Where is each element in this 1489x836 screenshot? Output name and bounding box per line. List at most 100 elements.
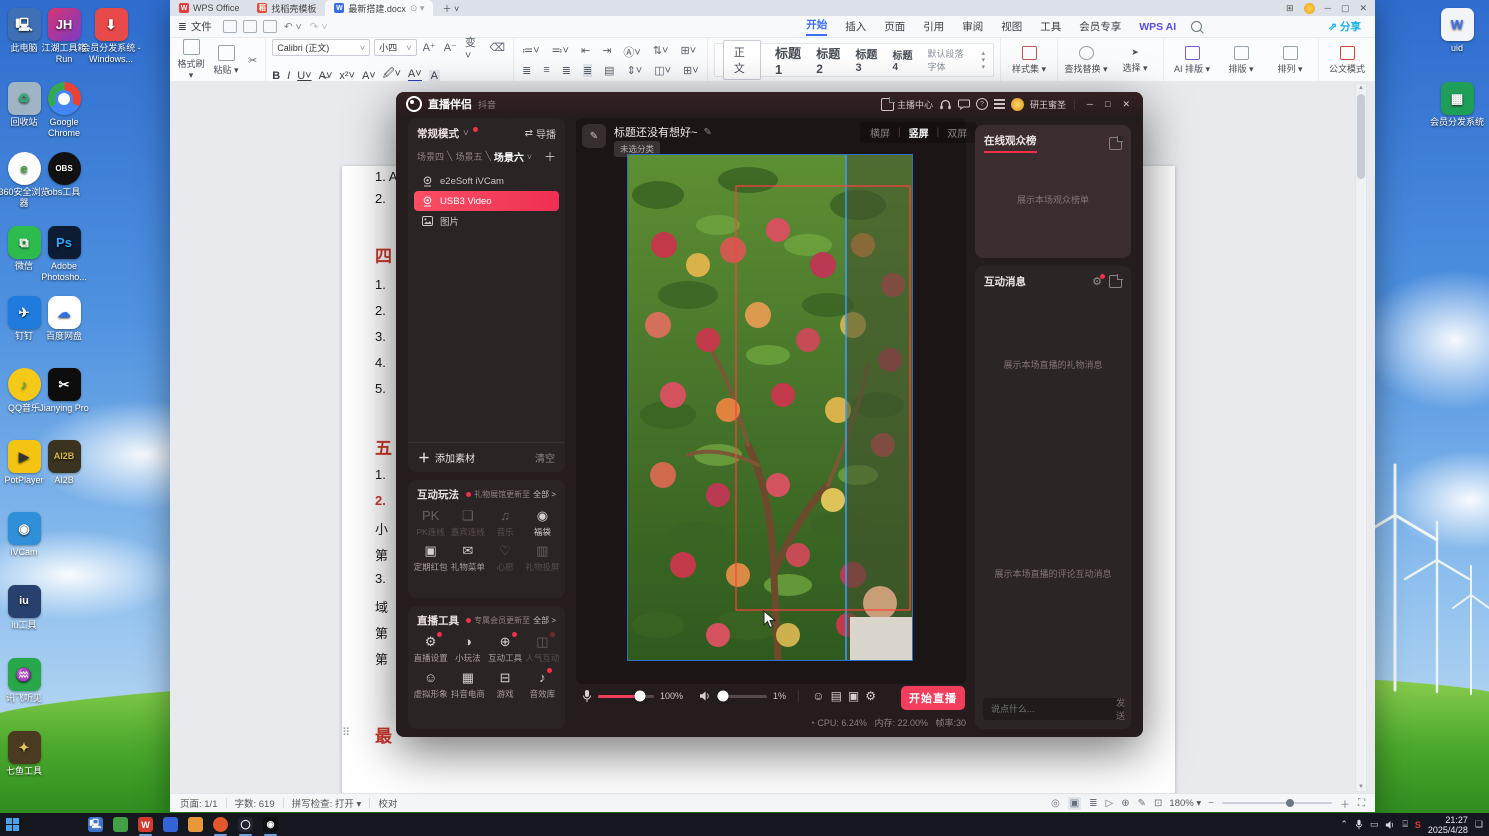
- desktop-icon-iu-tool[interactable]: iu iu工具: [0, 585, 54, 631]
- desktop-icon-xunfei[interactable]: ♒ 讯飞听见: [0, 658, 54, 704]
- desktop-icon-member-sheet[interactable]: ▦ 会员分发系统: [1427, 82, 1487, 128]
- play-item-wish[interactable]: ♡ 心愿: [487, 542, 524, 573]
- ribbon-tab-tools[interactable]: 工具: [1040, 19, 1061, 34]
- eye-icon[interactable]: ◎: [1051, 798, 1060, 809]
- tool-item-popularity[interactable]: ◫ 人气互动: [524, 632, 561, 664]
- mic-slider[interactable]: [598, 690, 654, 702]
- spellcheck-status[interactable]: 拼写检查: 打开 ▾: [292, 796, 362, 810]
- play-item-gift-menu[interactable]: ✉ 礼物菜单: [449, 542, 486, 573]
- maximize-button[interactable]: ▢: [1341, 3, 1350, 14]
- style-heading4[interactable]: 标题 4: [893, 47, 914, 73]
- preview-icon[interactable]: [262, 20, 277, 33]
- desktop-icon-uid[interactable]: W uid: [1427, 8, 1487, 54]
- number-list-icon[interactable]: ≕˅: [552, 44, 569, 60]
- font-size-select[interactable]: 小四 ˅: [374, 39, 417, 56]
- mode-select[interactable]: 常规模式: [417, 126, 459, 141]
- font-decrease-icon[interactable]: A⁻: [444, 41, 457, 54]
- desktop-icon-ivcam[interactable]: ◉ iVCam: [0, 512, 54, 558]
- play-item-lucky-bag[interactable]: ◉ 福袋: [524, 507, 561, 538]
- notification-icon[interactable]: ❏: [1475, 819, 1483, 830]
- source-image[interactable]: 图片: [414, 211, 559, 231]
- add-material-button[interactable]: ＋添加素材: [418, 449, 475, 466]
- scroll-down-icon[interactable]: ▼: [1356, 784, 1366, 790]
- tool-item-settings[interactable]: ⚙ 直播设置: [412, 632, 449, 664]
- desktop-icon-ai2b[interactable]: AI2B AI2B: [34, 440, 94, 486]
- select-button[interactable]: ➤ 选择 ▾: [1113, 47, 1157, 74]
- help-icon[interactable]: ?: [975, 98, 988, 110]
- taskbar-app-icon[interactable]: [163, 817, 178, 832]
- source-ivcam[interactable]: e2eSoft iVCam: [414, 171, 559, 191]
- taskbar-clock[interactable]: 21:27 2025/4/28: [1428, 815, 1468, 835]
- symbol-icon[interactable]: ⊞˅: [680, 44, 696, 60]
- send-button[interactable]: 发送: [1116, 696, 1133, 722]
- video-preview[interactable]: [627, 154, 913, 661]
- rank-title[interactable]: 在线观众榜: [984, 133, 1037, 153]
- tray-display-icon[interactable]: ▭: [1370, 819, 1379, 830]
- rank-popout-icon[interactable]: [1109, 135, 1123, 150]
- layout-button[interactable]: 排版 ▾: [1219, 45, 1263, 75]
- zoom-level[interactable]: 180% ▾: [1169, 798, 1201, 809]
- shading-icon[interactable]: ◫˅: [654, 64, 671, 77]
- official-doc-mode-button[interactable]: 公文模式: [1325, 45, 1369, 75]
- tray-speaker-icon[interactable]: [1385, 820, 1395, 830]
- tray-mic-icon[interactable]: [1355, 819, 1363, 830]
- play-item-pk[interactable]: PK PK连线: [412, 507, 449, 538]
- user-avatar[interactable]: [1010, 97, 1024, 111]
- desktop-icon-member-system[interactable]: ⬇ 会员分发系统 -Windows...: [76, 8, 146, 65]
- zoom-slider[interactable]: [1222, 799, 1332, 807]
- play-view-icon[interactable]: ▷: [1106, 798, 1114, 809]
- taskbar-app-icon[interactable]: [113, 817, 128, 832]
- play-item-music[interactable]: ♫ 音乐: [487, 507, 524, 538]
- find-replace-button[interactable]: 查找替换 ▾: [1064, 45, 1108, 75]
- style-heading1[interactable]: 标题 1: [775, 43, 802, 77]
- chat-icon[interactable]: [957, 99, 970, 110]
- strikethrough-button[interactable]: A̶˅: [319, 70, 333, 82]
- font-increase-icon[interactable]: A⁺: [423, 41, 436, 54]
- director-button[interactable]: ⇄ 导播: [525, 126, 556, 141]
- tray-sogou-icon[interactable]: S: [1415, 820, 1421, 830]
- start-live-button[interactable]: 开始直播: [901, 686, 965, 710]
- mode-dual[interactable]: 双屏: [947, 125, 967, 140]
- paste-button[interactable]: 粘贴 ▾: [211, 44, 241, 76]
- scene-tab-6[interactable]: 场景六: [494, 149, 524, 164]
- play-item-red-packet[interactable]: ▣ 定期红包: [412, 542, 449, 573]
- cut-icon[interactable]: ✂: [248, 54, 257, 67]
- mic-icon[interactable]: [582, 689, 592, 703]
- redo-icon[interactable]: ↷ ˅: [310, 21, 328, 33]
- account-avatar[interactable]: [1303, 2, 1315, 14]
- outline-view-icon[interactable]: ≣: [1089, 798, 1097, 809]
- stream-title-row[interactable]: 标题还没有想好~ ✎: [614, 124, 712, 140]
- tray-ime-icon[interactable]: ⌸: [1402, 819, 1407, 830]
- undo-icon[interactable]: ↶ ˅: [284, 21, 302, 33]
- beauty-icon[interactable]: ☺: [812, 689, 824, 703]
- speaker-icon[interactable]: [699, 690, 711, 702]
- align-center-icon[interactable]: ≡: [543, 64, 549, 77]
- wps-doc-tab[interactable]: W 最新搭建.docx ⊙ ▾: [325, 0, 434, 16]
- tab-more-icon[interactable]: ⊙ ▾: [410, 3, 425, 14]
- taskbar-app-live-companion[interactable]: ◉: [263, 817, 278, 836]
- indent-icon[interactable]: ⇥: [602, 44, 611, 60]
- sort-icon[interactable]: ⇅˅: [653, 44, 669, 60]
- play-all-link[interactable]: 全部 >: [533, 489, 556, 500]
- add-scene-button[interactable]: ＋: [544, 148, 556, 165]
- message-settings-icon[interactable]: ⚙: [1092, 274, 1105, 288]
- print-icon[interactable]: [242, 20, 257, 33]
- style-default-font[interactable]: 默认段落字体: [928, 47, 968, 73]
- chat-input-box[interactable]: 发送: [983, 698, 1125, 721]
- outdent-icon[interactable]: ⇤: [581, 44, 590, 60]
- scene-tab-5[interactable]: 场景五: [455, 150, 482, 163]
- scrollbar-thumb[interactable]: [1357, 94, 1365, 179]
- scene-tab-4[interactable]: 场景四: [417, 150, 444, 163]
- page-view-icon[interactable]: ▣: [1067, 796, 1082, 810]
- wps-home-tab[interactable]: W WPS Office: [170, 0, 248, 16]
- edit-icon[interactable]: ✎: [703, 127, 711, 138]
- search-icon[interactable]: [1191, 21, 1204, 34]
- zoom-out-button[interactable]: −: [1208, 798, 1214, 809]
- stream-minimize-button[interactable]: ─: [1084, 99, 1096, 109]
- style-heading3[interactable]: 标题 3: [855, 46, 878, 74]
- font-name-select[interactable]: Calibri (正文) ˅: [272, 39, 371, 56]
- proofread-button[interactable]: 校对: [378, 796, 397, 810]
- desktop-icon-qiyu[interactable]: ✦ 七鱼工具: [0, 731, 54, 777]
- style-normal[interactable]: 正文: [722, 40, 761, 80]
- ribbon-tab-reference[interactable]: 引用: [923, 19, 944, 34]
